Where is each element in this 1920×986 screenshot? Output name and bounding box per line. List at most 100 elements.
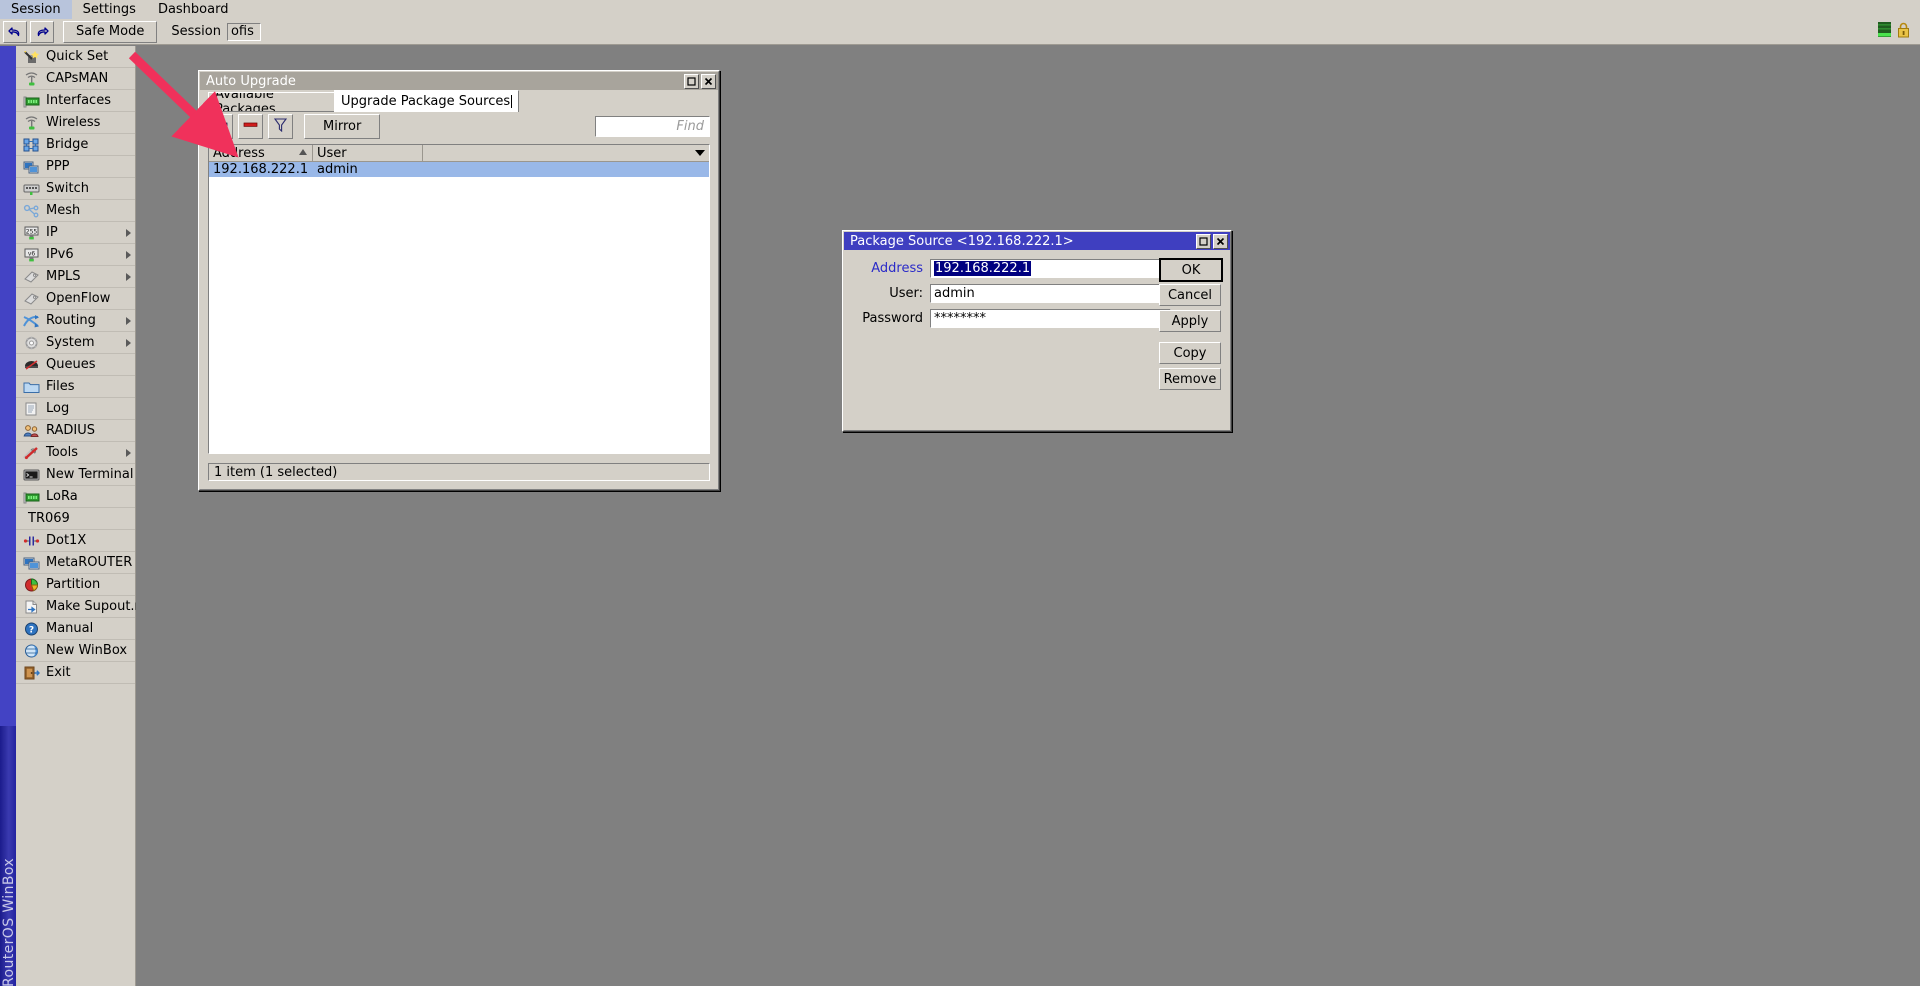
chevron-right-icon bbox=[126, 229, 131, 237]
redo-arrow-icon bbox=[35, 26, 49, 38]
table-row[interactable]: 192.168.222.1 admin bbox=[209, 162, 709, 177]
routing-icon bbox=[22, 313, 41, 329]
mirror-button[interactable]: Mirror bbox=[304, 114, 381, 139]
address-label: Address bbox=[871, 261, 923, 276]
remove-package-source-button[interactable] bbox=[238, 114, 263, 139]
sidebar-item-queues[interactable]: Queues bbox=[16, 354, 135, 376]
interfaces-icon bbox=[22, 93, 41, 109]
package-source-dialog: Package Source <192.168.222.1> Address 1… bbox=[842, 230, 1232, 432]
tab-upgrade-package-sources[interactable]: Upgrade Package Sources bbox=[334, 90, 520, 112]
sidebar-item-label: IP bbox=[46, 225, 58, 240]
apply-button[interactable]: Apply bbox=[1159, 310, 1221, 332]
sidebar-item-switch[interactable]: Switch bbox=[16, 178, 135, 200]
redo-button[interactable] bbox=[30, 20, 54, 43]
tab-upgrade-package-sources-label: Upgrade Package Sources bbox=[341, 94, 511, 109]
safe-mode-button[interactable]: Safe Mode bbox=[63, 20, 158, 43]
package-source-close-button[interactable] bbox=[1213, 233, 1228, 249]
sidebar-item-metarouter[interactable]: MetaROUTER bbox=[16, 552, 135, 574]
undo-arrow-icon bbox=[8, 26, 22, 38]
sidebar-item-log[interactable]: Log bbox=[16, 398, 135, 420]
sidebar-item-lora[interactable]: LoRa bbox=[16, 486, 135, 508]
column-header-user-label: User bbox=[317, 145, 347, 161]
find-input[interactable]: Find bbox=[595, 116, 710, 137]
sidebar-item-dot1x[interactable]: Dot1X bbox=[16, 530, 135, 552]
exit-door-icon bbox=[22, 665, 41, 681]
sidebar-item-label: New WinBox bbox=[46, 643, 128, 658]
chevron-right-icon bbox=[126, 317, 131, 325]
sidebar-item-openflow[interactable]: OpenFlow bbox=[16, 288, 135, 310]
menu-item-dashboard[interactable]: Dashboard bbox=[147, 0, 240, 19]
system-gear-icon bbox=[22, 335, 41, 351]
sidebar-item-radius[interactable]: RADIUS bbox=[16, 420, 135, 442]
auto-upgrade-maximize-button[interactable] bbox=[684, 73, 699, 89]
sidebar-item-tr069[interactable]: TR069 bbox=[16, 508, 135, 530]
cancel-button[interactable]: Cancel bbox=[1159, 284, 1221, 306]
tab-available-packages[interactable]: Available Packages bbox=[208, 92, 344, 112]
password-input[interactable]: ******** bbox=[930, 309, 1171, 328]
package-source-maximize-button[interactable] bbox=[1196, 233, 1211, 249]
filter-button[interactable] bbox=[268, 114, 293, 139]
sidebar-item-system[interactable]: System bbox=[16, 332, 135, 354]
files-folder-icon bbox=[22, 379, 41, 395]
ip-icon: 255 bbox=[22, 225, 41, 241]
sidebar-item-new-terminal[interactable]: New Terminal bbox=[16, 464, 135, 486]
sidebar-item-quick-set[interactable]: Quick Set bbox=[16, 46, 135, 68]
sidebar-item-label: PPP bbox=[46, 159, 70, 174]
copy-button[interactable]: Copy bbox=[1159, 342, 1221, 364]
wireless-icon bbox=[22, 115, 41, 131]
remove-button[interactable]: Remove bbox=[1159, 368, 1221, 390]
column-header-extra[interactable] bbox=[423, 145, 709, 161]
auto-upgrade-titlebar[interactable]: Auto Upgrade bbox=[200, 72, 718, 90]
sidebar-item-interfaces[interactable]: Interfaces bbox=[16, 90, 135, 112]
sidebar-item-routing[interactable]: Routing bbox=[16, 310, 135, 332]
sidebar-item-new-winbox[interactable]: New WinBox bbox=[16, 640, 135, 662]
sidebar-item-ip[interactable]: 255 IP bbox=[16, 222, 135, 244]
menu-item-settings[interactable]: Settings bbox=[72, 0, 147, 19]
sidebar-item-label: Quick Set bbox=[46, 49, 109, 64]
sidebar-item-label: Wireless bbox=[46, 115, 101, 130]
address-row: Address 192.168.222.1 bbox=[852, 259, 1171, 278]
chevron-right-icon bbox=[126, 449, 131, 457]
column-header-user[interactable]: User bbox=[313, 145, 423, 161]
auto-upgrade-tabs: Available Packages Upgrade Package Sourc… bbox=[208, 90, 520, 112]
switch-icon bbox=[22, 181, 41, 197]
sidebar-item-make-supout-rif[interactable]: Make Supout.rif bbox=[16, 596, 148, 618]
auto-upgrade-toolbar: Mirror Find bbox=[208, 114, 710, 139]
sidebar-item-bridge[interactable]: Bridge bbox=[16, 134, 135, 156]
sidebar-item-capsman[interactable]: CAPsMAN bbox=[16, 68, 135, 90]
sidebar-item-label: IPv6 bbox=[46, 247, 74, 262]
sidebar-item-label: Mesh bbox=[46, 203, 81, 218]
package-source-titlebar[interactable]: Package Source <192.168.222.1> bbox=[844, 232, 1230, 250]
svg-text:v6: v6 bbox=[28, 250, 36, 257]
sidebar-item-label: Routing bbox=[46, 313, 96, 328]
sidebar-item-ipv6[interactable]: v6 IPv6 bbox=[16, 244, 135, 266]
package-sources-table: Address User 192.168.222.1 admin bbox=[208, 144, 710, 454]
session-value[interactable]: ofis bbox=[226, 22, 261, 41]
winbox-banner-text: RouterOS WinBox bbox=[1, 857, 16, 986]
sidebar-item-label: TR069 bbox=[28, 511, 70, 526]
user-input[interactable]: admin bbox=[930, 284, 1171, 303]
partition-icon bbox=[22, 577, 41, 593]
chevron-right-icon bbox=[126, 273, 131, 281]
sidebar-item-mesh[interactable]: Mesh bbox=[16, 200, 135, 222]
address-input[interactable]: 192.168.222.1 bbox=[930, 259, 1171, 278]
sidebar-item-tools[interactable]: Tools bbox=[16, 442, 135, 464]
sidebar-item-partition[interactable]: Partition bbox=[16, 574, 135, 596]
sidebar-item-exit[interactable]: Exit bbox=[16, 662, 135, 684]
add-package-source-button[interactable] bbox=[208, 114, 233, 139]
undo-button[interactable] bbox=[3, 20, 27, 43]
ok-button[interactable]: OK bbox=[1159, 258, 1223, 282]
sort-ascending-icon bbox=[299, 149, 307, 155]
menu-item-session[interactable]: Session bbox=[0, 0, 72, 19]
sidebar-item-label: Dot1X bbox=[46, 533, 87, 548]
auto-upgrade-close-button[interactable] bbox=[701, 73, 716, 89]
column-header-address[interactable]: Address bbox=[209, 145, 313, 161]
main-toolbar: Safe Mode Session ofis bbox=[0, 19, 1920, 45]
chevron-down-icon[interactable] bbox=[695, 150, 705, 156]
sidebar-item-files[interactable]: Files bbox=[16, 376, 135, 398]
sidebar-item-wireless[interactable]: Wireless bbox=[16, 112, 135, 134]
sidebar-item-ppp[interactable]: PPP bbox=[16, 156, 135, 178]
sidebar-item-manual[interactable]: ? Manual bbox=[16, 618, 135, 640]
ipv6-icon: v6 bbox=[22, 247, 41, 263]
sidebar-item-mpls[interactable]: MPLS bbox=[16, 266, 135, 288]
